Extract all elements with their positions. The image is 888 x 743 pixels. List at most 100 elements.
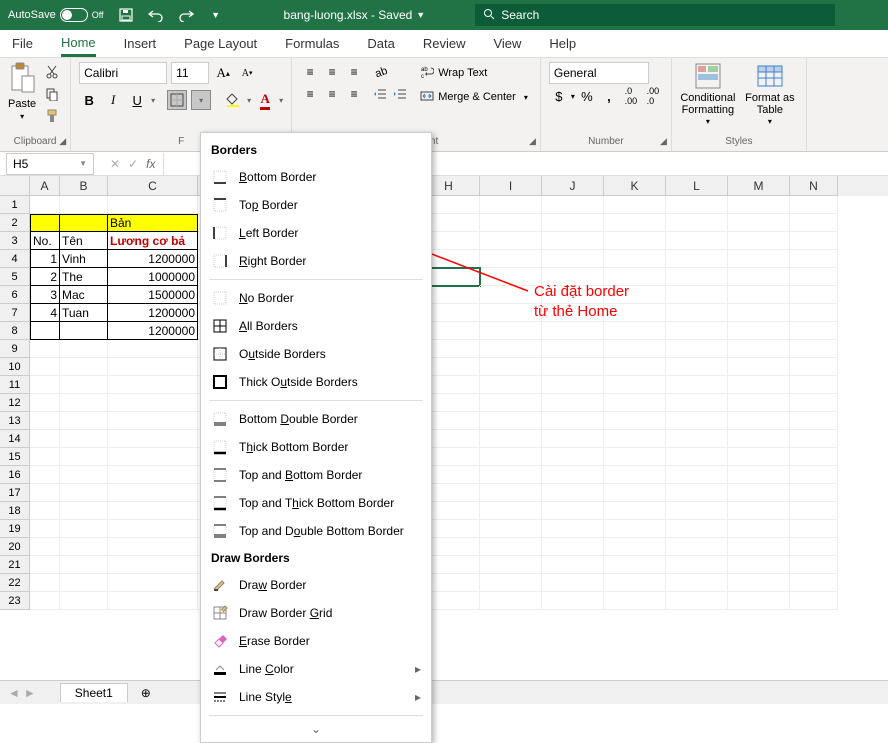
tab-file[interactable]: File bbox=[12, 32, 33, 55]
cell[interactable] bbox=[480, 556, 542, 574]
cell[interactable] bbox=[542, 232, 604, 250]
sheet-prev-icon[interactable]: ◄ bbox=[8, 686, 20, 700]
cell[interactable] bbox=[480, 520, 542, 538]
cell[interactable] bbox=[728, 394, 790, 412]
row-header[interactable]: 2 bbox=[0, 214, 30, 232]
cell[interactable] bbox=[604, 322, 666, 340]
cell[interactable] bbox=[604, 394, 666, 412]
sheet-next-icon[interactable]: ► bbox=[24, 686, 36, 700]
merge-center-button[interactable]: Merge & Center ▾ bbox=[416, 86, 532, 108]
cell[interactable] bbox=[60, 592, 108, 610]
cell[interactable] bbox=[604, 232, 666, 250]
cell[interactable] bbox=[30, 574, 60, 592]
cell[interactable] bbox=[604, 484, 666, 502]
cell[interactable] bbox=[30, 484, 60, 502]
cell[interactable] bbox=[790, 538, 838, 556]
cell[interactable]: 1 bbox=[30, 250, 60, 268]
align-middle-icon[interactable]: ≡ bbox=[322, 62, 342, 82]
cell[interactable] bbox=[542, 556, 604, 574]
row-header[interactable]: 6 bbox=[0, 286, 30, 304]
cell[interactable] bbox=[60, 358, 108, 376]
cell[interactable]: Tên bbox=[60, 232, 108, 250]
cell[interactable] bbox=[108, 358, 198, 376]
cell[interactable] bbox=[480, 322, 542, 340]
border-option[interactable]: Bottom Double Border bbox=[201, 405, 431, 433]
cell[interactable] bbox=[666, 286, 728, 304]
row-header[interactable]: 1 bbox=[0, 196, 30, 214]
copy-icon[interactable] bbox=[42, 84, 62, 104]
cell[interactable] bbox=[480, 430, 542, 448]
cell[interactable] bbox=[480, 466, 542, 484]
cell[interactable] bbox=[604, 448, 666, 466]
cell[interactable] bbox=[666, 484, 728, 502]
cell[interactable] bbox=[666, 340, 728, 358]
row-header[interactable]: 19 bbox=[0, 520, 30, 538]
cell[interactable] bbox=[790, 376, 838, 394]
cell[interactable] bbox=[480, 484, 542, 502]
cell[interactable] bbox=[30, 340, 60, 358]
cell[interactable] bbox=[60, 574, 108, 592]
cell[interactable] bbox=[542, 358, 604, 376]
undo-icon[interactable] bbox=[148, 7, 164, 23]
cell[interactable] bbox=[480, 214, 542, 232]
cell[interactable]: Lương cơ bả bbox=[108, 232, 198, 250]
row-header[interactable]: 7 bbox=[0, 304, 30, 322]
cell[interactable] bbox=[542, 376, 604, 394]
cell[interactable] bbox=[480, 592, 542, 610]
cell[interactable] bbox=[108, 592, 198, 610]
cell[interactable]: No. bbox=[30, 232, 60, 250]
redo-icon[interactable] bbox=[178, 7, 194, 23]
cell[interactable] bbox=[30, 430, 60, 448]
cell[interactable] bbox=[480, 232, 542, 250]
border-option[interactable]: Top and Bottom Border bbox=[201, 461, 431, 489]
cell[interactable] bbox=[666, 196, 728, 214]
cell[interactable] bbox=[30, 376, 60, 394]
cell[interactable] bbox=[666, 358, 728, 376]
cell[interactable] bbox=[108, 538, 198, 556]
cell[interactable]: 1200000 bbox=[108, 304, 198, 322]
cell[interactable] bbox=[790, 574, 838, 592]
draw-border-option[interactable]: Draw Border Grid bbox=[201, 599, 431, 627]
cell[interactable] bbox=[60, 502, 108, 520]
row-header[interactable]: 17 bbox=[0, 484, 30, 502]
cell[interactable] bbox=[666, 502, 728, 520]
cell[interactable] bbox=[108, 484, 198, 502]
border-option[interactable]: Thick Outside Borders bbox=[201, 368, 431, 396]
row-header[interactable]: 16 bbox=[0, 466, 30, 484]
cell[interactable] bbox=[542, 340, 604, 358]
cell[interactable] bbox=[666, 430, 728, 448]
cell[interactable] bbox=[604, 502, 666, 520]
tab-review[interactable]: Review bbox=[423, 32, 466, 55]
cell[interactable] bbox=[542, 520, 604, 538]
wrap-text-button[interactable]: abc Wrap Text bbox=[416, 62, 532, 84]
filename-dropdown-icon[interactable]: ▼ bbox=[416, 10, 425, 20]
cell[interactable] bbox=[666, 574, 728, 592]
cell[interactable] bbox=[604, 430, 666, 448]
cell[interactable] bbox=[108, 340, 198, 358]
column-header[interactable]: B bbox=[60, 176, 108, 196]
cell[interactable] bbox=[542, 394, 604, 412]
cell[interactable] bbox=[30, 448, 60, 466]
cell[interactable] bbox=[542, 502, 604, 520]
column-header[interactable]: K bbox=[604, 176, 666, 196]
align-center-icon[interactable]: ≡ bbox=[322, 84, 342, 104]
cell[interactable] bbox=[480, 358, 542, 376]
cell[interactable] bbox=[542, 412, 604, 430]
add-sheet-icon[interactable]: ⊕ bbox=[136, 686, 156, 700]
cell[interactable] bbox=[60, 376, 108, 394]
cell[interactable] bbox=[728, 412, 790, 430]
cell[interactable] bbox=[30, 538, 60, 556]
decrease-indent-icon[interactable] bbox=[370, 84, 390, 104]
accounting-icon[interactable]: $ bbox=[549, 86, 569, 106]
cell[interactable] bbox=[542, 574, 604, 592]
align-right-icon[interactable]: ≡ bbox=[344, 84, 364, 104]
border-option[interactable]: Bottom Border bbox=[201, 163, 431, 191]
cell[interactable] bbox=[480, 286, 542, 304]
cell[interactable] bbox=[790, 322, 838, 340]
row-header[interactable]: 10 bbox=[0, 358, 30, 376]
cell[interactable] bbox=[728, 556, 790, 574]
cell[interactable] bbox=[604, 214, 666, 232]
draw-border-option[interactable]: Erase Border bbox=[201, 627, 431, 655]
border-dropdown-icon[interactable]: ▾ bbox=[191, 90, 211, 110]
cell[interactable] bbox=[666, 466, 728, 484]
